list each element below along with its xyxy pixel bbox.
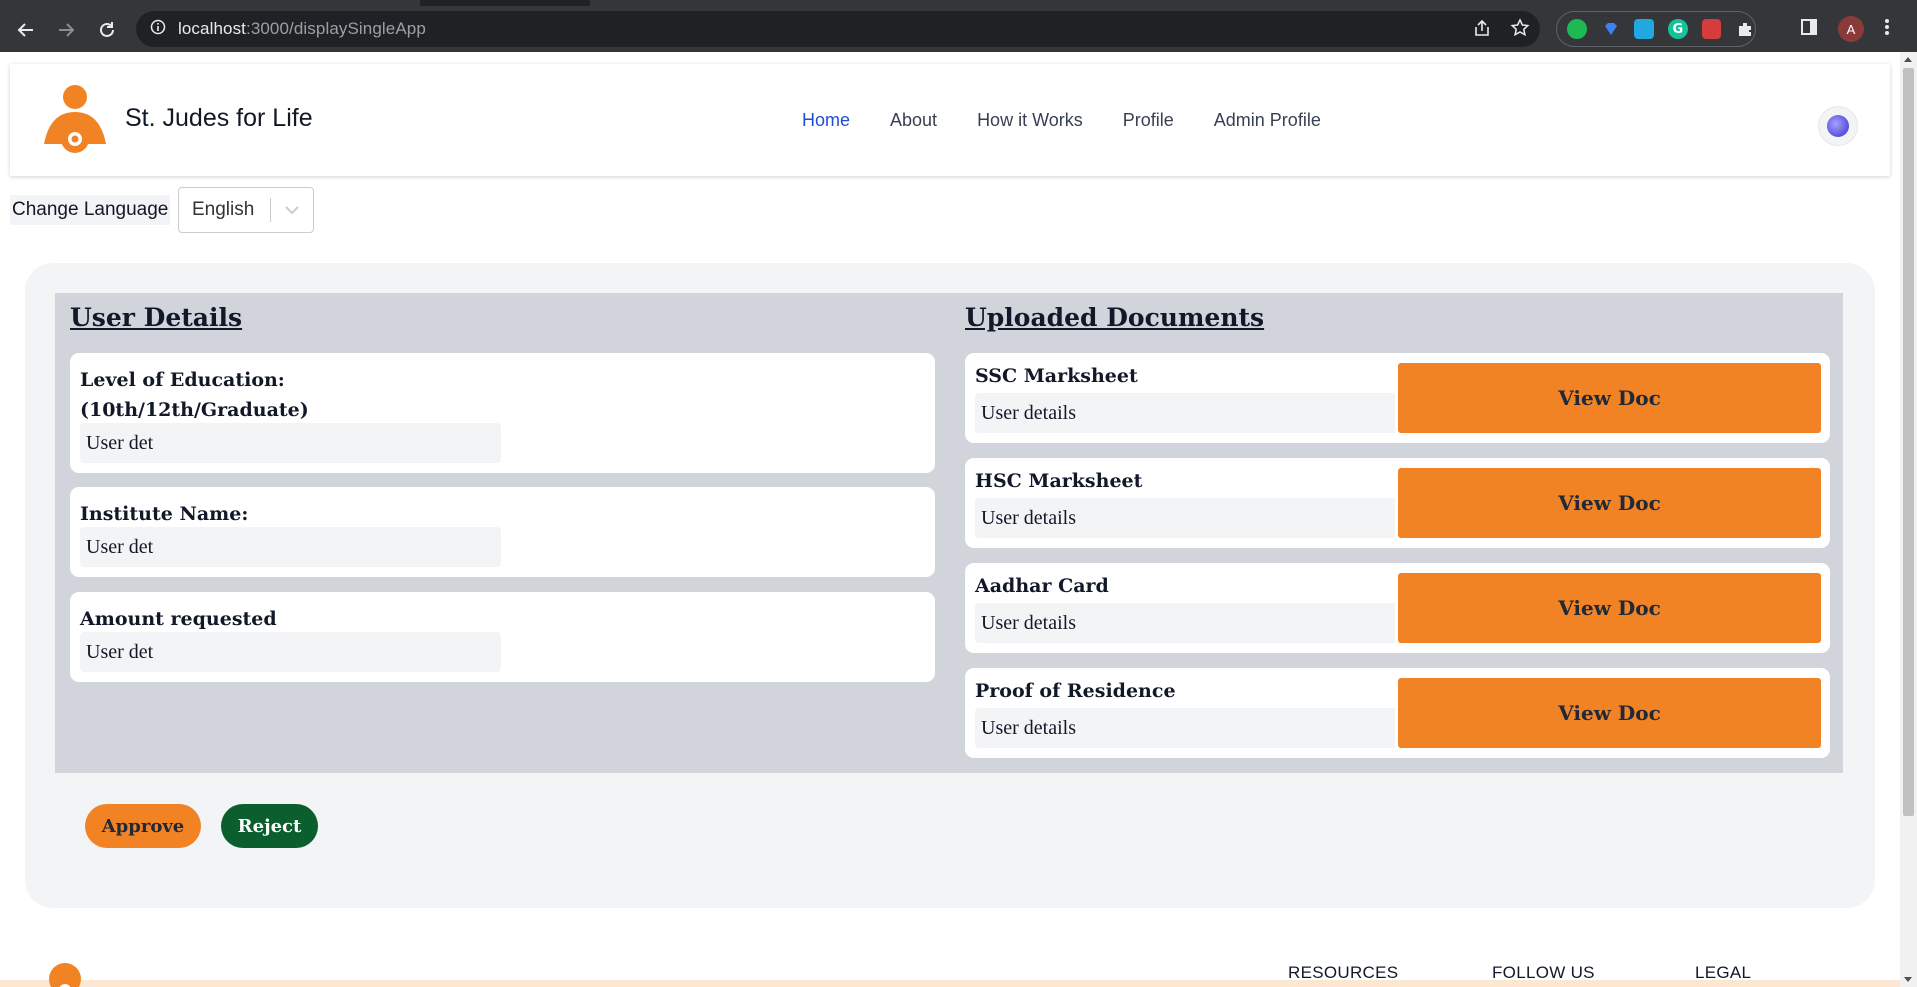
doc-row-residence: Proof of Residence User details View Doc <box>965 668 1830 758</box>
site-header: St. Judes for Life Home About How it Wor… <box>10 64 1890 176</box>
gem-extension-icon[interactable] <box>1601 19 1621 39</box>
doc-row-aadhar: Aadhar Card User details View Doc <box>965 563 1830 653</box>
education-value: User det <box>80 423 501 463</box>
application-card: User Details Level of Education: (10th/1… <box>25 263 1875 908</box>
address-bar[interactable]: localhost:3000/displaySingleApp <box>136 11 1540 47</box>
user-details-title: User Details <box>70 303 243 332</box>
footer-follow-heading: FOLLOW US <box>1492 963 1595 982</box>
application-details-panel: User Details Level of Education: (10th/1… <box>55 293 1843 773</box>
doc-value: User details <box>975 708 1395 748</box>
institute-field-box: Institute Name: User det <box>70 487 935 577</box>
scrollbar-thumb[interactable] <box>1903 68 1914 816</box>
main-nav: Home About How it Works Profile Admin Pr… <box>802 110 1321 131</box>
institute-label: Institute Name: <box>80 503 249 525</box>
change-language-label: Change Language <box>10 195 171 225</box>
view-doc-button[interactable]: View Doc <box>1398 468 1821 538</box>
reload-icon[interactable] <box>96 19 118 41</box>
nav-about[interactable]: About <box>890 110 937 131</box>
institute-value: User det <box>80 527 501 567</box>
footer-logo[interactable] <box>48 962 82 987</box>
user-avatar[interactable] <box>1818 106 1858 146</box>
language-select[interactable]: English <box>178 187 314 233</box>
pen-extension-icon[interactable] <box>1634 19 1655 39</box>
grammarly-icon[interactable]: G <box>1668 19 1688 39</box>
nav-admin-profile[interactable]: Admin Profile <box>1214 110 1321 131</box>
back-icon[interactable] <box>15 19 37 41</box>
amount-value: User det <box>80 632 501 672</box>
extensions-group: G <box>1556 11 1756 47</box>
chat-extension-icon[interactable] <box>1567 19 1587 39</box>
page-scrollbar[interactable] <box>1900 52 1917 987</box>
footer-resources-heading: RESOURCES <box>1288 963 1399 982</box>
bookmark-star-icon[interactable] <box>1510 18 1530 42</box>
view-doc-button[interactable]: View Doc <box>1398 678 1821 748</box>
nav-how-it-works[interactable]: How it Works <box>977 110 1083 131</box>
brand-logo[interactable] <box>42 84 108 156</box>
brand-name[interactable]: St. Judes for Life <box>125 104 313 133</box>
scroll-up-icon[interactable] <box>1904 57 1912 62</box>
doc-label: SSC Marksheet <box>975 365 1138 387</box>
doc-value: User details <box>975 603 1395 643</box>
education-label: Level of Education: (10th/12th/Graduate) <box>80 369 309 421</box>
amount-label: Amount requested <box>80 608 277 630</box>
doc-row-ssc: SSC Marksheet User details View Doc <box>965 353 1830 443</box>
view-doc-button[interactable]: View Doc <box>1398 363 1821 433</box>
scroll-down-icon[interactable] <box>1904 977 1912 982</box>
approve-button[interactable]: Approve <box>85 804 201 848</box>
doc-label: Proof of Residence <box>975 680 1176 702</box>
view-doc-button[interactable]: View Doc <box>1398 573 1821 643</box>
chevron-down-icon[interactable] <box>271 205 313 215</box>
side-panel-icon[interactable] <box>1800 18 1818 40</box>
browser-toolbar: localhost:3000/displaySingleApp G A <box>0 6 1917 52</box>
doc-value: User details <box>975 498 1395 538</box>
language-selected-value: English <box>192 199 255 220</box>
profile-avatar[interactable]: A <box>1838 16 1864 42</box>
nav-profile[interactable]: Profile <box>1123 110 1174 131</box>
doc-row-hsc: HSC Marksheet User details View Doc <box>965 458 1830 548</box>
footer-divider <box>0 980 1900 987</box>
doc-label: HSC Marksheet <box>975 470 1143 492</box>
page-viewport: St. Judes for Life Home About How it Wor… <box>0 52 1900 987</box>
share-icon[interactable] <box>1472 18 1492 42</box>
site-info-icon[interactable] <box>150 19 166 39</box>
reject-button[interactable]: Reject <box>221 804 318 848</box>
url-text: localhost:3000/displaySingleApp <box>178 19 426 38</box>
nav-home[interactable]: Home <box>802 110 850 131</box>
puzzle-red-extension-icon[interactable] <box>1701 19 1722 39</box>
footer-legal-heading: LEGAL <box>1695 963 1752 982</box>
extensions-puzzle-icon[interactable] <box>1735 19 1755 39</box>
forward-icon[interactable] <box>55 19 77 41</box>
menu-kebab-icon[interactable] <box>1884 18 1890 40</box>
amount-field-box: Amount requested User det <box>70 592 935 682</box>
doc-value: User details <box>975 393 1395 433</box>
doc-label: Aadhar Card <box>975 575 1109 597</box>
education-field-box: Level of Education: (10th/12th/Graduate)… <box>70 353 935 473</box>
uploaded-documents-title: Uploaded Documents <box>965 303 1265 332</box>
